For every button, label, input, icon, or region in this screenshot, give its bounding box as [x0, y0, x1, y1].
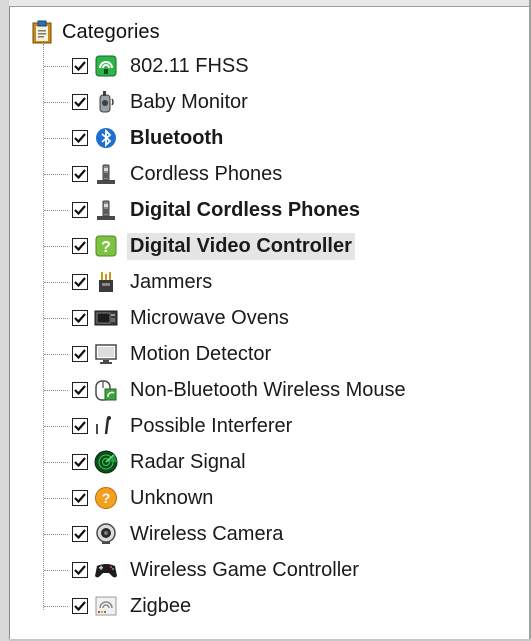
tree-item-label: Motion Detector: [130, 342, 272, 365]
tree-connector: [44, 245, 68, 247]
item-checkbox[interactable]: [72, 490, 88, 506]
tree-item-label: Unknown: [130, 486, 214, 509]
tree-item-label: Wireless Game Controller: [130, 558, 359, 581]
wireless-mouse-icon: [94, 378, 118, 402]
tree-item-label: Radar Signal: [130, 450, 246, 473]
tree-connector: [44, 101, 68, 103]
tree-connector: [44, 569, 68, 571]
tree-item-label: Non-Bluetooth Wireless Mouse: [130, 378, 406, 401]
cordless-phone-icon: [94, 162, 118, 186]
tree-item-label: Zigbee: [130, 594, 192, 617]
tree-root-label: Categories: [62, 20, 160, 43]
webcam-icon: [94, 522, 118, 546]
tree-connector: [44, 137, 68, 139]
tree-item[interactable]: Cordless Phones: [44, 157, 285, 191]
item-checkbox[interactable]: [72, 346, 88, 362]
tree-connector: [44, 425, 68, 427]
tree-item[interactable]: Microwave Ovens: [44, 301, 292, 335]
tree-connector: [44, 461, 68, 463]
item-checkbox[interactable]: [72, 598, 88, 614]
tree-item[interactable]: Baby Monitor: [44, 85, 251, 119]
interferer-icon: [94, 414, 118, 438]
jammer-icon: [94, 270, 118, 294]
tree-item-label: Wireless Camera: [130, 522, 284, 545]
radar-icon: [94, 450, 118, 474]
tree-item-label: 802.11 FHSS: [130, 54, 249, 77]
tree-connector: [44, 209, 68, 211]
wifi-router-icon: [94, 54, 118, 78]
tree-item[interactable]: Non-Bluetooth Wireless Mouse: [44, 373, 409, 407]
tree-item-label: Bluetooth: [130, 126, 224, 149]
unknown-icon: ?: [94, 486, 118, 510]
tree-item[interactable]: Bluetooth: [44, 121, 226, 155]
item-checkbox[interactable]: [72, 238, 88, 254]
item-checkbox[interactable]: [72, 274, 88, 290]
zigbee-icon: [94, 594, 118, 618]
item-checkbox[interactable]: [72, 166, 88, 182]
svg-text:?: ?: [101, 239, 111, 256]
tree-item-label: Digital Cordless Phones: [130, 198, 361, 221]
tree-item-label: Possible Interferer: [130, 414, 293, 437]
gamepad-icon: [94, 558, 118, 582]
item-checkbox[interactable]: [72, 130, 88, 146]
item-checkbox[interactable]: [72, 310, 88, 326]
digital-cordless-phone-icon: [94, 198, 118, 222]
item-checkbox[interactable]: [72, 562, 88, 578]
tree-item[interactable]: Possible Interferer: [44, 409, 295, 443]
bluetooth-icon: [94, 126, 118, 150]
tree-item[interactable]: Wireless Game Controller: [44, 553, 362, 587]
microwave-icon: [94, 306, 118, 330]
tree-root[interactable]: Categories: [32, 18, 160, 46]
tree-item[interactable]: Wireless Camera: [44, 517, 286, 551]
item-checkbox[interactable]: [72, 526, 88, 542]
tree-item[interactable]: Digital Cordless Phones: [44, 193, 363, 227]
tree-item[interactable]: Radar Signal: [44, 445, 249, 479]
tree-connector: [44, 65, 68, 67]
svg-text:?: ?: [102, 490, 111, 506]
tree-connector: [44, 497, 68, 499]
item-checkbox[interactable]: [72, 454, 88, 470]
tree-item[interactable]: 802.11 FHSS: [44, 49, 252, 83]
tree-item[interactable]: Jammers: [44, 265, 215, 299]
tree-connector: [44, 353, 68, 355]
baby-monitor-icon: [94, 90, 118, 114]
tree-item[interactable]: ? Digital Video Controller: [44, 229, 355, 263]
tree-item-label: Jammers: [130, 270, 213, 293]
clipboard-icon: [32, 20, 52, 44]
tree-item[interactable]: Zigbee: [44, 589, 194, 623]
tree-connector: [44, 173, 68, 175]
tree-item-label: Digital Video Controller: [127, 232, 355, 260]
category-tree-panel: Categories 802.11 FHSS Baby Monitor Blueto…: [0, 0, 531, 641]
category-tree: Categories 802.11 FHSS Baby Monitor Blueto…: [0, 0, 531, 641]
tree-connector: [44, 605, 68, 607]
item-checkbox[interactable]: [72, 94, 88, 110]
item-checkbox[interactable]: [72, 382, 88, 398]
item-checkbox[interactable]: [72, 58, 88, 74]
item-checkbox[interactable]: [72, 202, 88, 218]
tree-item[interactable]: Motion Detector: [44, 337, 274, 371]
question-icon: ?: [94, 234, 118, 258]
tree-item-label: Baby Monitor: [130, 90, 248, 113]
tree-item-label: Microwave Ovens: [130, 306, 289, 329]
tree-connector: [44, 317, 68, 319]
monitor-icon: [94, 342, 118, 366]
tree-item-label: Cordless Phones: [130, 162, 283, 185]
tree-connector: [44, 533, 68, 535]
tree-connector: [44, 389, 68, 391]
item-checkbox[interactable]: [72, 418, 88, 434]
tree-connector: [44, 281, 68, 283]
tree-item[interactable]: ? Unknown: [44, 481, 216, 515]
